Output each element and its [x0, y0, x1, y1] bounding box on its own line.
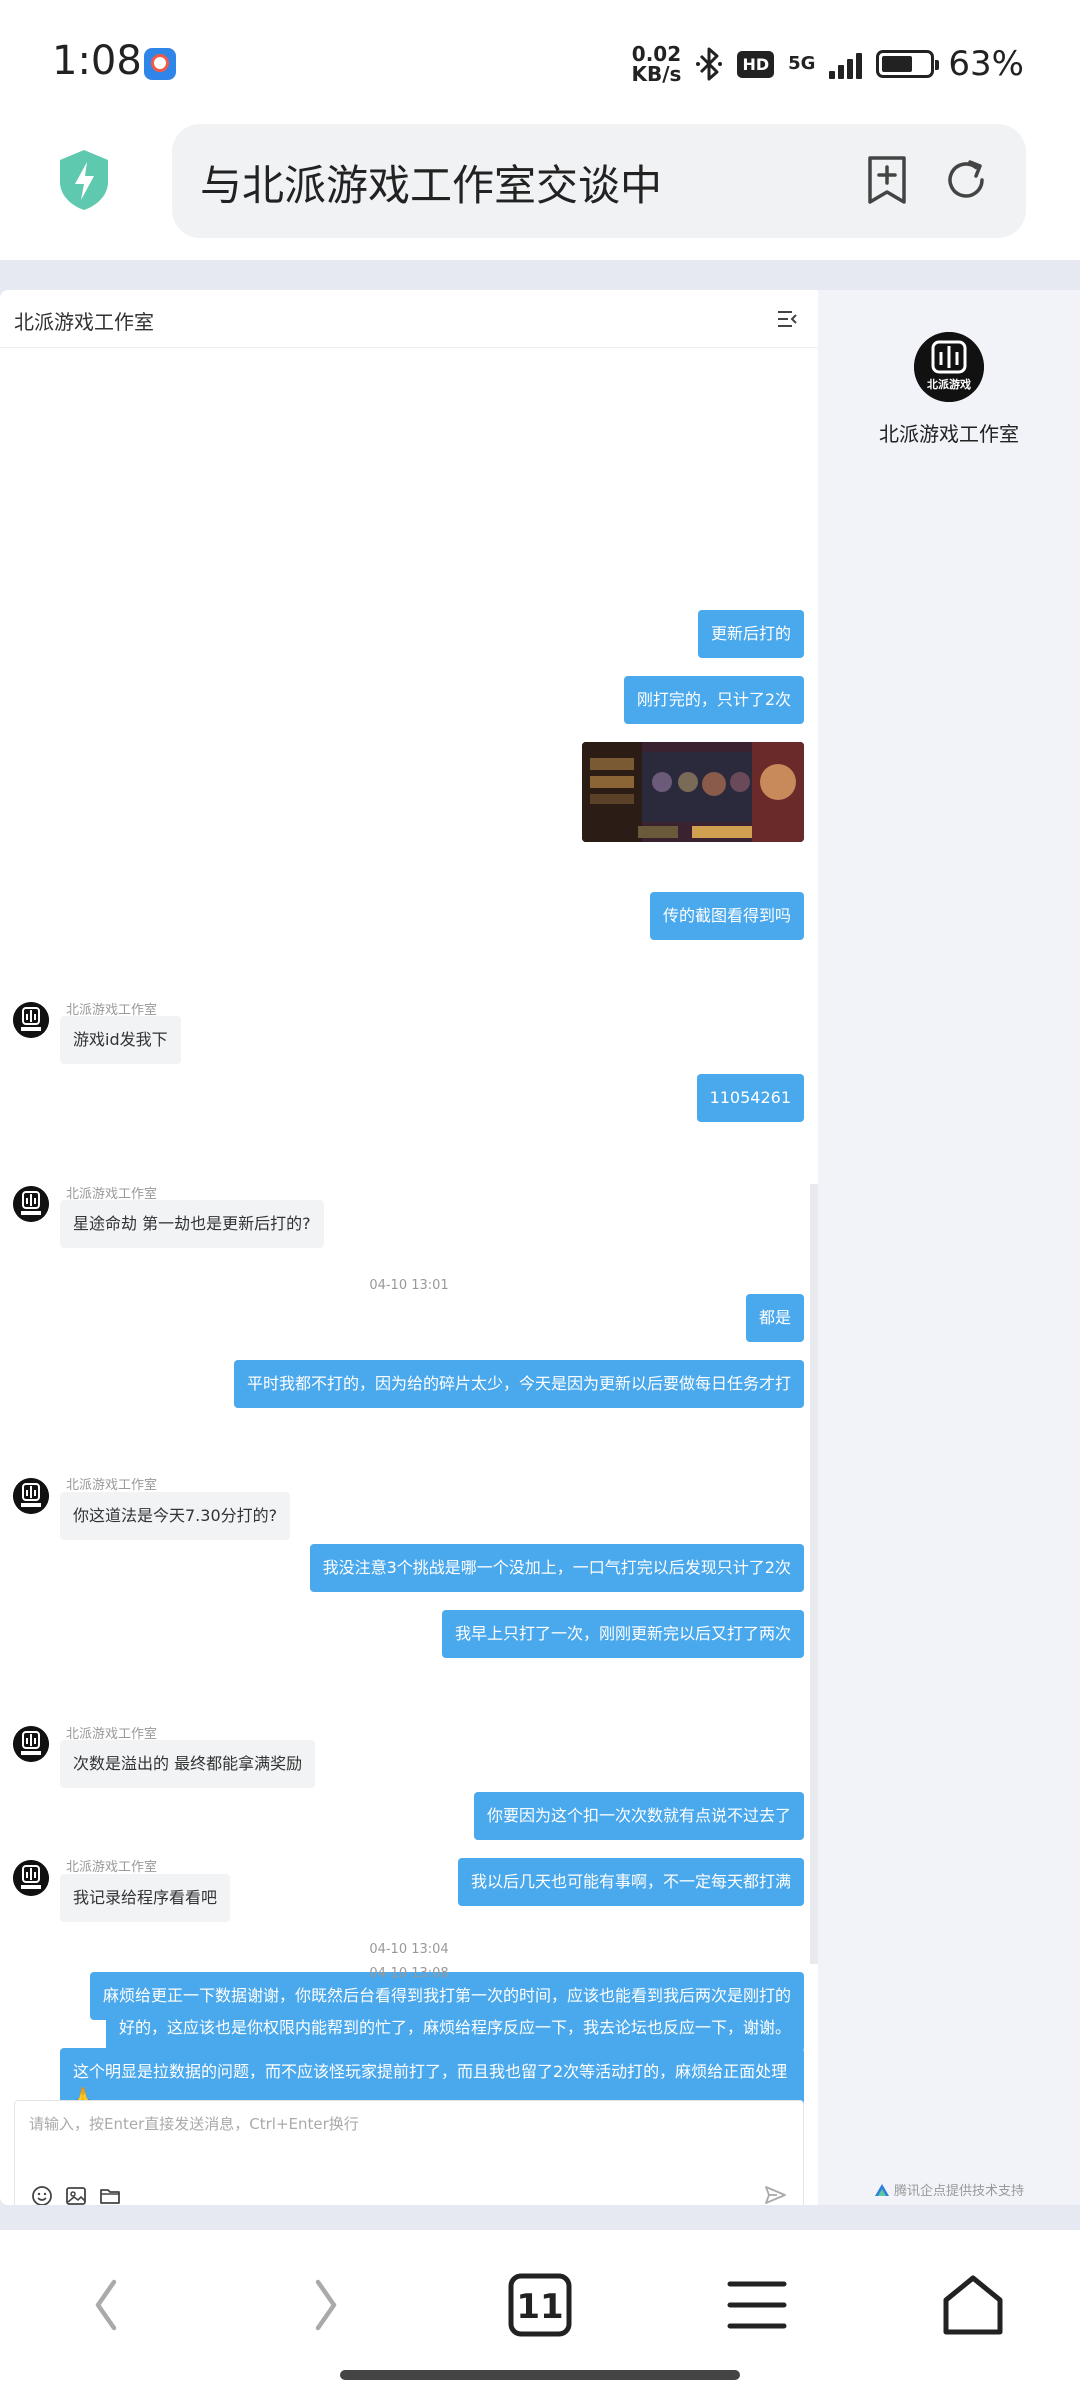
powered-by-text: 腾讯企点提供技术支持: [894, 2184, 1025, 2199]
message-bubble: 好的，这应该也是你权限内能帮到的忙了，麻烦给程序反应一下，我去论坛也反应一下，谢…: [105, 2004, 804, 2052]
agent-info-panel: 北派游戏 北派游戏工作室 腾讯企点提供技术支持: [818, 290, 1080, 2205]
chat-header-title: 北派游戏工作室: [14, 310, 154, 334]
sender-name: 北派游戏工作室: [66, 1478, 158, 1493]
message-bubble: 我没注意3个挑战是哪一个没加上，一口气打完以后发现只计了2次: [309, 1544, 804, 1592]
shield-bolt-icon[interactable]: [56, 148, 112, 212]
agent-avatar: [13, 1860, 49, 1896]
image-icon[interactable]: [65, 2185, 87, 2205]
page-title[interactable]: 与北派游戏工作室交谈中: [200, 152, 662, 213]
agent-logo: 北派游戏: [914, 332, 984, 402]
message-bubble: 游戏id发我下: [60, 1016, 181, 1064]
agent-avatar: [13, 1186, 49, 1222]
browser-toolbar: 与北派游戏工作室交谈中: [0, 120, 1080, 260]
emoji-icon[interactable]: [31, 2185, 53, 2205]
message-bubble: 11054261: [696, 1074, 804, 1122]
scrollbar[interactable]: [810, 1184, 818, 1964]
hd-badge: HD: [737, 50, 775, 78]
input-placeholder: 请输入，按Enter直接发送消息，Ctrl+Enter换行: [29, 2115, 359, 2133]
message-bubble: 次数是溢出的 最终都能拿满奖励: [60, 1740, 316, 1788]
browser-navbar: 11: [0, 2230, 1080, 2400]
agent-avatar: [13, 1002, 49, 1038]
signal-icon: [829, 49, 863, 79]
message-bubble: 刚打完的，只计了2次: [623, 676, 804, 724]
message-input[interactable]: 请输入，按Enter直接发送消息，Ctrl+Enter换行: [14, 2100, 804, 2205]
menu-icon[interactable]: [776, 308, 798, 330]
agent-avatar: [13, 1726, 49, 1762]
forward-icon[interactable]: [290, 2270, 360, 2340]
reload-icon[interactable]: [940, 154, 992, 206]
web-content: 北派游戏工作室 更新后打的 刚打完的，只计了2次 传的截图看得到吗 北派游戏工作…: [0, 260, 1080, 2230]
home-icon[interactable]: [938, 2270, 1008, 2340]
address-bar[interactable]: 与北派游戏工作室交谈中: [172, 124, 1026, 238]
folder-icon[interactable]: [99, 2185, 121, 2205]
gesture-bar[interactable]: [340, 2370, 740, 2380]
chat-header: 北派游戏工作室: [0, 290, 818, 348]
message-bubble: 我记录给程序看看吧: [60, 1874, 231, 1922]
qidian-logo-icon: [875, 2183, 889, 2196]
speed-value: 0.02: [631, 42, 682, 66]
tab-count: 11: [516, 2287, 563, 2327]
message-timestamp: 04-10 13:04: [369, 1942, 449, 1957]
message-timestamp: 04-10 13:01: [369, 1278, 449, 1293]
hamburger-icon[interactable]: [722, 2270, 792, 2340]
bluetooth-icon: [696, 47, 723, 81]
agent-avatar: [13, 1478, 49, 1514]
chat-window: 北派游戏工作室 更新后打的 刚打完的，只计了2次 传的截图看得到吗 北派游戏工作…: [0, 290, 818, 2205]
message-bubble: 我以后几天也可能有事啊，不一定每天都打满: [457, 1858, 804, 1906]
message-bubble: 传的截图看得到吗: [649, 892, 804, 940]
message-bubble: 更新后打的: [697, 610, 804, 658]
tabs-icon[interactable]: 11: [505, 2270, 575, 2340]
battery-percent: 63%: [948, 44, 1024, 84]
message-bubble: 都是: [745, 1294, 804, 1342]
status-icons: 0.02 KB/s HD 5G 63%: [631, 44, 1024, 84]
status-bar: 1:08 0.02 KB/s HD 5G 63%: [0, 0, 1080, 120]
message-bubble: 你这道法是今天7.30分打的?: [60, 1492, 291, 1540]
message-bubble: 你要因为这个扣一次次数就有点说不过去了: [473, 1792, 804, 1840]
agent-name: 北派游戏工作室: [879, 422, 1019, 446]
message-bubble: 星途命劫 第一劫也是更新后打的?: [60, 1200, 324, 1248]
notification-app-icon: [144, 48, 176, 80]
message-list[interactable]: 更新后打的 刚打完的，只计了2次 传的截图看得到吗 北派游戏工作室 游戏id发我…: [0, 348, 818, 2120]
add-bookmark-icon[interactable]: [862, 154, 912, 206]
send-icon[interactable]: [763, 2183, 787, 2205]
speed-unit: KB/s: [631, 62, 682, 86]
message-bubble: 平时我都不打的，因为给的碎片太少，今天是因为更新以后要做每日任务才打: [233, 1360, 804, 1408]
network-speed: 0.02 KB/s: [631, 44, 681, 84]
message-timestamp: 04-10 13:08: [369, 1966, 449, 1981]
status-time: 1:08: [52, 38, 142, 84]
battery-icon: [876, 50, 940, 78]
powered-by: 腾讯企点提供技术支持: [874, 2180, 1024, 2199]
screenshot-image[interactable]: [582, 742, 804, 842]
back-icon[interactable]: [72, 2270, 142, 2340]
sender-name: 北派游戏工作室: [66, 1860, 158, 1875]
network-type: 5G: [788, 53, 816, 74]
message-bubble: 我早上只打了一次，刚刚更新完以后又打了两次: [441, 1610, 804, 1658]
logo-text: 北派游戏: [927, 377, 971, 391]
